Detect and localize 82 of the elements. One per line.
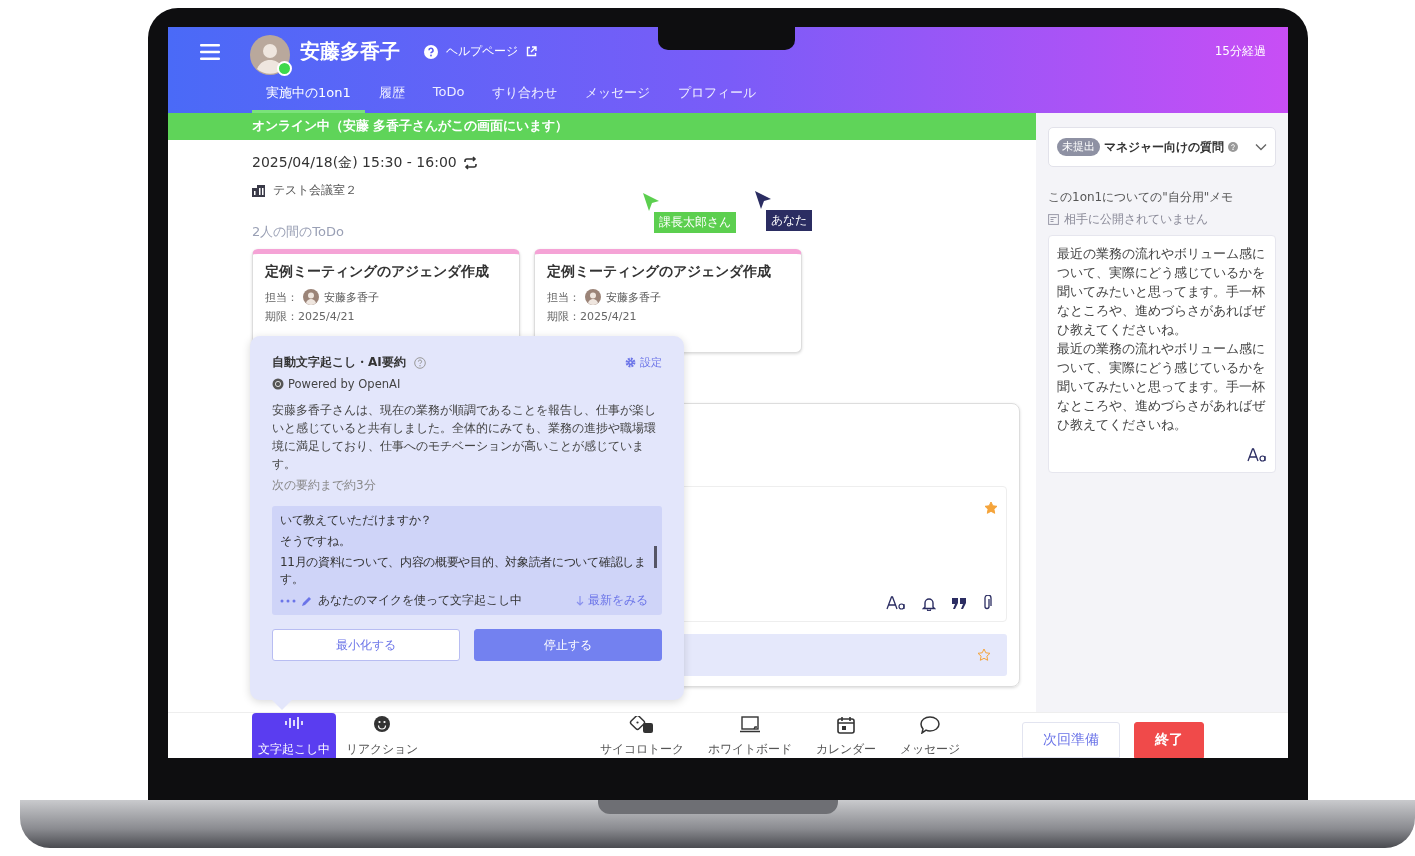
nav-tab[interactable]: 履歴	[364, 78, 419, 113]
nav-tab[interactable]: メッセージ	[571, 78, 665, 113]
down-arrow-icon	[576, 595, 584, 606]
user-name: 安藤多香子	[300, 38, 400, 65]
action-button[interactable]: 次回準備	[1022, 722, 1120, 758]
meeting-room: テスト会議室２	[273, 182, 357, 199]
toolbar-button[interactable]: リアクション	[340, 713, 424, 758]
memo-title: この1on1についての"自分用"メモ	[1048, 189, 1235, 206]
paperclip-icon[interactable]	[982, 595, 992, 611]
toolbar-button[interactable]: ホワイトボード	[702, 713, 798, 758]
nav-tab[interactable]: ToDo	[418, 78, 479, 113]
memo-text: 最近の業務の流れやボリューム感について、実際にどう感じているかを聞いてみたいと思ってます。手一杯なところや、進めづらさがあればぜひ教えてくださいね。	[1057, 245, 1267, 339]
cursor-label: 課長太郎さん	[654, 212, 736, 233]
bell-icon[interactable]	[922, 595, 936, 611]
todo-card[interactable]: 定例ミーティングのアジェンダ作成 担当： 安藤多香子 期限：2025/4/21	[534, 249, 802, 353]
calendar-icon	[837, 716, 855, 734]
scrollbar	[654, 546, 657, 568]
external-link-icon	[526, 46, 537, 57]
text-format-icon[interactable]	[886, 596, 906, 610]
help-link[interactable]: ヘルプページ	[446, 43, 518, 60]
toolbar-button[interactable]: 文字起こし中	[252, 713, 336, 758]
panel-button[interactable]: 最小化する	[272, 629, 460, 661]
presence-banner: オンライン中（安藤 多香子さんがこの画面にいます）	[168, 113, 1036, 140]
menu-icon[interactable]	[200, 43, 220, 60]
cursor-arrow-icon	[642, 192, 660, 212]
question-title: マネジャー向けの質問	[1104, 138, 1224, 156]
repeat-icon[interactable]	[462, 156, 478, 170]
building-icon	[252, 184, 265, 197]
next-summary-time: 次の要約まで約3分	[272, 477, 377, 494]
status-badge: 未提出	[1057, 138, 1100, 156]
assignee-name: 安藤多香子	[606, 289, 661, 305]
avatar-icon	[250, 34, 290, 75]
document-icon	[1048, 214, 1059, 225]
assignee-label: 担当：	[265, 289, 298, 305]
toolbar-button[interactable]: サイコロトーク	[594, 713, 690, 758]
whiteboard-icon	[740, 716, 760, 733]
help-icon	[424, 44, 438, 59]
dice-icon	[629, 716, 655, 734]
memo-field[interactable]: 最近の業務の流れやボリューム感について、実際にどう感じているかを聞いてみたいと思ってます。手一杯なところや、進めづらさがあればぜひ教えてくださいね。 最近の業務の流れやボリューム感について、実際にどう感じているかを聞いてみたいと思ってます。手一杯なところや、進めづらさがあればぜひ教えてくださいね。	[1048, 235, 1276, 473]
avatar-icon	[585, 289, 601, 305]
due-date: 期限：2025/4/21	[265, 309, 356, 324]
assignee-name: 安藤多香子	[324, 289, 379, 305]
assignee-label: 担当：	[547, 289, 580, 305]
pencil-icon	[301, 594, 313, 607]
help-icon	[1228, 142, 1238, 152]
action-button[interactable]: 終了	[1134, 722, 1204, 758]
panel-title: 自動文字起こし・AI要約	[272, 354, 406, 371]
settings-link[interactable]: 設定	[625, 355, 662, 370]
section-title: 2人の間のToDo	[252, 223, 345, 241]
nav-tab[interactable]: プロフィール	[664, 78, 771, 113]
elapsed-time: 15分経過	[1214, 43, 1266, 60]
text-format-icon[interactable]	[1247, 448, 1267, 462]
openai-logo-icon	[272, 378, 284, 390]
star-icon[interactable]	[977, 648, 991, 662]
transcript-line: いて教えていただけますか？	[280, 512, 434, 529]
toolbar-button[interactable]: カレンダー	[810, 713, 882, 758]
toolbar-button[interactable]: メッセージ	[894, 713, 966, 758]
star-icon[interactable]	[984, 501, 998, 515]
cursor-label: あなた	[766, 210, 812, 231]
typing-dots-icon	[280, 598, 296, 603]
speech-bubble-icon	[920, 716, 940, 734]
memo-text: 最近の業務の流れやボリューム感について、実際にどう感じているかを聞いてみたいと思ってます。手一杯なところや、進めづらさがあればぜひ教えてくださいね。	[1057, 340, 1267, 434]
powered-by-text: Powered by OpenAI	[288, 377, 401, 391]
chevron-down-icon	[1255, 143, 1267, 151]
latest-link[interactable]: 最新をみる	[576, 593, 648, 608]
quote-icon[interactable]	[952, 597, 966, 609]
panel-button[interactable]: 停止する	[474, 629, 662, 661]
cursor-arrow-icon	[754, 190, 772, 210]
question-dropdown[interactable]: 未提出 マネジャー向けの質問	[1048, 127, 1276, 167]
summary-text: 安藤多香子さんは、現在の業務が順調であることを報告し、仕事が楽しいと感じていると共有しました。全体的にみても、業務の進捗や職場環境に満足しており、仕事へのモチベーションが高いことが感じています。	[272, 402, 657, 473]
avatar-icon	[303, 289, 319, 305]
transcribing-status: あなたのマイクを使って文字起こし中	[318, 592, 522, 609]
todo-title: 定例ミーティングのアジェンダ作成	[547, 263, 772, 281]
visibility-note: 相手に公開されていません	[1064, 212, 1208, 227]
sound-wave-icon	[284, 716, 304, 730]
todo-title: 定例ミーティングのアジェンダ作成	[265, 263, 490, 281]
nav-tab[interactable]: すり合わせ	[478, 78, 572, 113]
transcript-line: 11月の資料について、内容の概要や目的、対象読者について確認します。	[280, 554, 647, 588]
smiley-icon	[374, 716, 390, 732]
due-date: 期限：2025/4/21	[547, 309, 638, 324]
transcript-line: そうですね。	[280, 533, 352, 550]
meeting-datetime: 2025/04/18(金) 15:30 - 16:00	[252, 154, 457, 172]
